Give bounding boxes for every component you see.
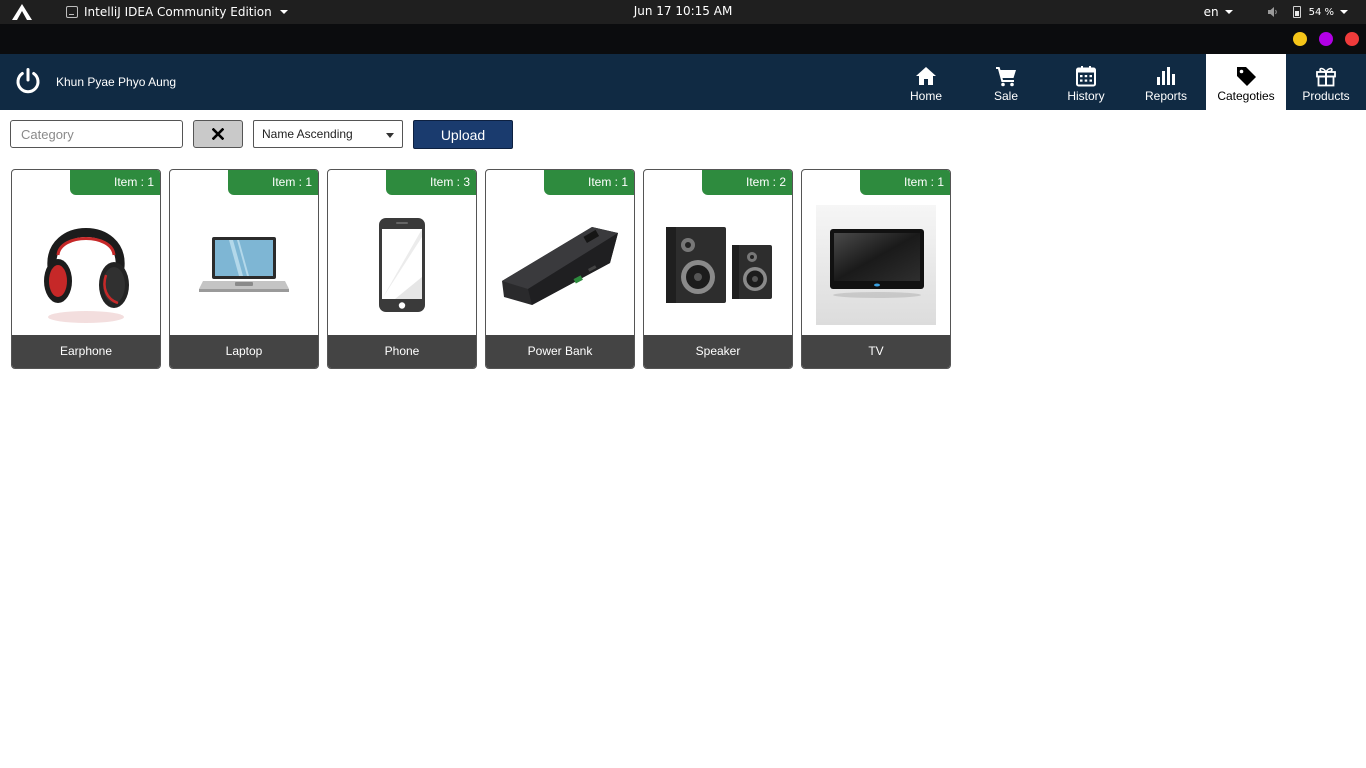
clock[interactable]: Jun 17 10:15 AM [0, 4, 1366, 18]
category-name: Earphone [12, 335, 160, 368]
app-header: Khun Pyae Phyo Aung Home Sale History Re… [0, 54, 1366, 110]
category-card[interactable]: Item : 2 Speaker [643, 169, 793, 369]
item-count-badge: Item : 2 [702, 170, 792, 195]
nav-history-label: History [1067, 89, 1105, 103]
nav-reports-label: Reports [1144, 89, 1188, 103]
toolbar: Name Ascending Upload [0, 110, 1366, 158]
nav-products-label: Products [1302, 89, 1350, 103]
nav-home[interactable]: Home [886, 54, 966, 110]
tv-image [802, 195, 950, 335]
gift-icon [1316, 67, 1336, 87]
sort-select[interactable]: Name Ascending [253, 120, 403, 148]
minimize-button[interactable] [1293, 32, 1307, 46]
tag-icon [1237, 67, 1256, 86]
home-icon [916, 67, 936, 85]
calendar-icon [1076, 66, 1096, 87]
nav-reports[interactable]: Reports [1126, 54, 1206, 110]
nav-products[interactable]: Products [1286, 54, 1366, 110]
sort-selected-value: Name Ascending [262, 127, 353, 141]
category-card[interactable]: Item : 1 Power Bank [485, 169, 635, 369]
clear-button[interactable] [193, 120, 243, 148]
nav-categories[interactable]: Categoties [1206, 54, 1286, 110]
chevron-down-icon [386, 133, 394, 138]
category-name: Phone [328, 335, 476, 368]
main-nav: Home Sale History Reports Categoties Pro… [886, 54, 1366, 110]
phone-image [328, 195, 476, 335]
battery-icon [1292, 6, 1301, 18]
headphones-image [12, 195, 160, 335]
chevron-down-icon [1340, 10, 1348, 14]
category-grid: Item : 1 Earphone Item : 1 Laptop Item:… [11, 169, 951, 369]
power-bank-image [486, 195, 634, 335]
user-name: Khun Pyae Phyo Aung [56, 75, 177, 89]
upload-button[interactable]: Upload [413, 120, 513, 149]
nav-history[interactable]: History [1046, 54, 1126, 110]
category-card[interactable]: Item : 1 TV [801, 169, 951, 369]
category-search-input[interactable] [10, 120, 183, 148]
system-tray[interactable]: en 54 % [1204, 4, 1348, 20]
nav-categories-label: Categoties [1217, 89, 1275, 103]
category-name: Power Bank [486, 335, 634, 368]
category-card[interactable]: Item : 1 Earphone [11, 169, 161, 369]
bar-chart-icon [1157, 67, 1175, 85]
cart-icon [996, 67, 1016, 87]
item-count-badge: Item : 3 [386, 170, 476, 195]
power-icon[interactable] [14, 67, 42, 95]
nav-sale-label: Sale [993, 89, 1019, 103]
item-count-badge: Item : 1 [860, 170, 950, 195]
item-count-badge: Item : 1 [228, 170, 318, 195]
x-icon [212, 128, 224, 140]
nav-home-label: Home [909, 89, 942, 103]
speaker-image [644, 195, 792, 335]
close-button[interactable] [1345, 32, 1359, 46]
category-card[interactable]: Item : 3 Phone [327, 169, 477, 369]
maximize-button[interactable] [1319, 32, 1333, 46]
laptop-image [170, 195, 318, 335]
category-name: Speaker [644, 335, 792, 368]
nav-sale[interactable]: Sale [966, 54, 1046, 110]
language-indicator[interactable]: en [1204, 5, 1219, 19]
item-count-badge: Item : 1 [70, 170, 160, 195]
battery-percent: 54 % [1308, 6, 1334, 18]
category-name: TV [802, 335, 950, 368]
os-top-bar: IntelliJ IDEA Community Edition Jun 17 1… [0, 0, 1366, 24]
volume-icon [1267, 7, 1277, 17]
category-name: Laptop [170, 335, 318, 368]
item-count-badge: Item : 1 [544, 170, 634, 195]
category-card[interactable]: Item : 1 Laptop [169, 169, 319, 369]
window-titlebar [0, 24, 1366, 54]
chevron-down-icon [1224, 10, 1233, 14]
